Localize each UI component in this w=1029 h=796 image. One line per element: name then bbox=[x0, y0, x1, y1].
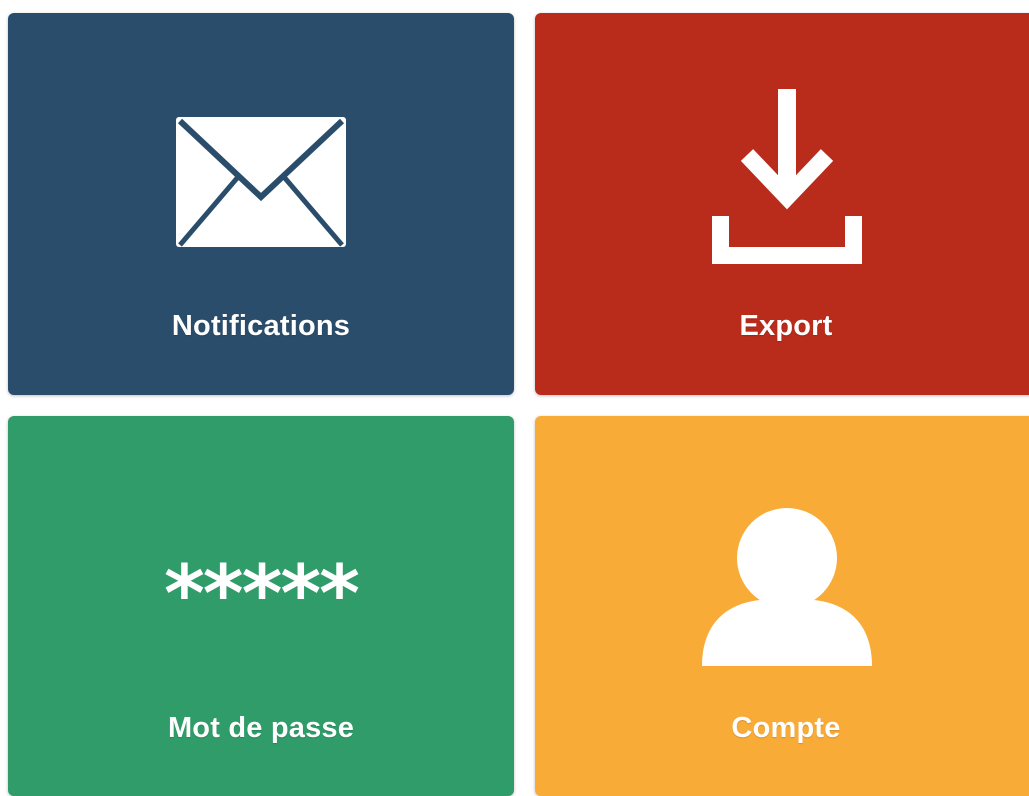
notifications-tile[interactable]: Notifications bbox=[8, 13, 514, 395]
download-icon bbox=[712, 89, 862, 272]
account-tile[interactable]: Compte bbox=[535, 416, 1029, 796]
password-tile[interactable]: ***** Mot de passe bbox=[8, 416, 514, 796]
password-stars-icon: ***** bbox=[164, 550, 360, 640]
notifications-label: Notifications bbox=[171, 310, 351, 342]
user-icon bbox=[702, 508, 872, 673]
export-tile[interactable]: Export bbox=[535, 13, 1029, 395]
password-label: Mot de passe bbox=[167, 712, 355, 744]
export-label: Export bbox=[739, 310, 833, 342]
account-label: Compte bbox=[731, 712, 841, 744]
envelope-icon bbox=[176, 117, 346, 252]
